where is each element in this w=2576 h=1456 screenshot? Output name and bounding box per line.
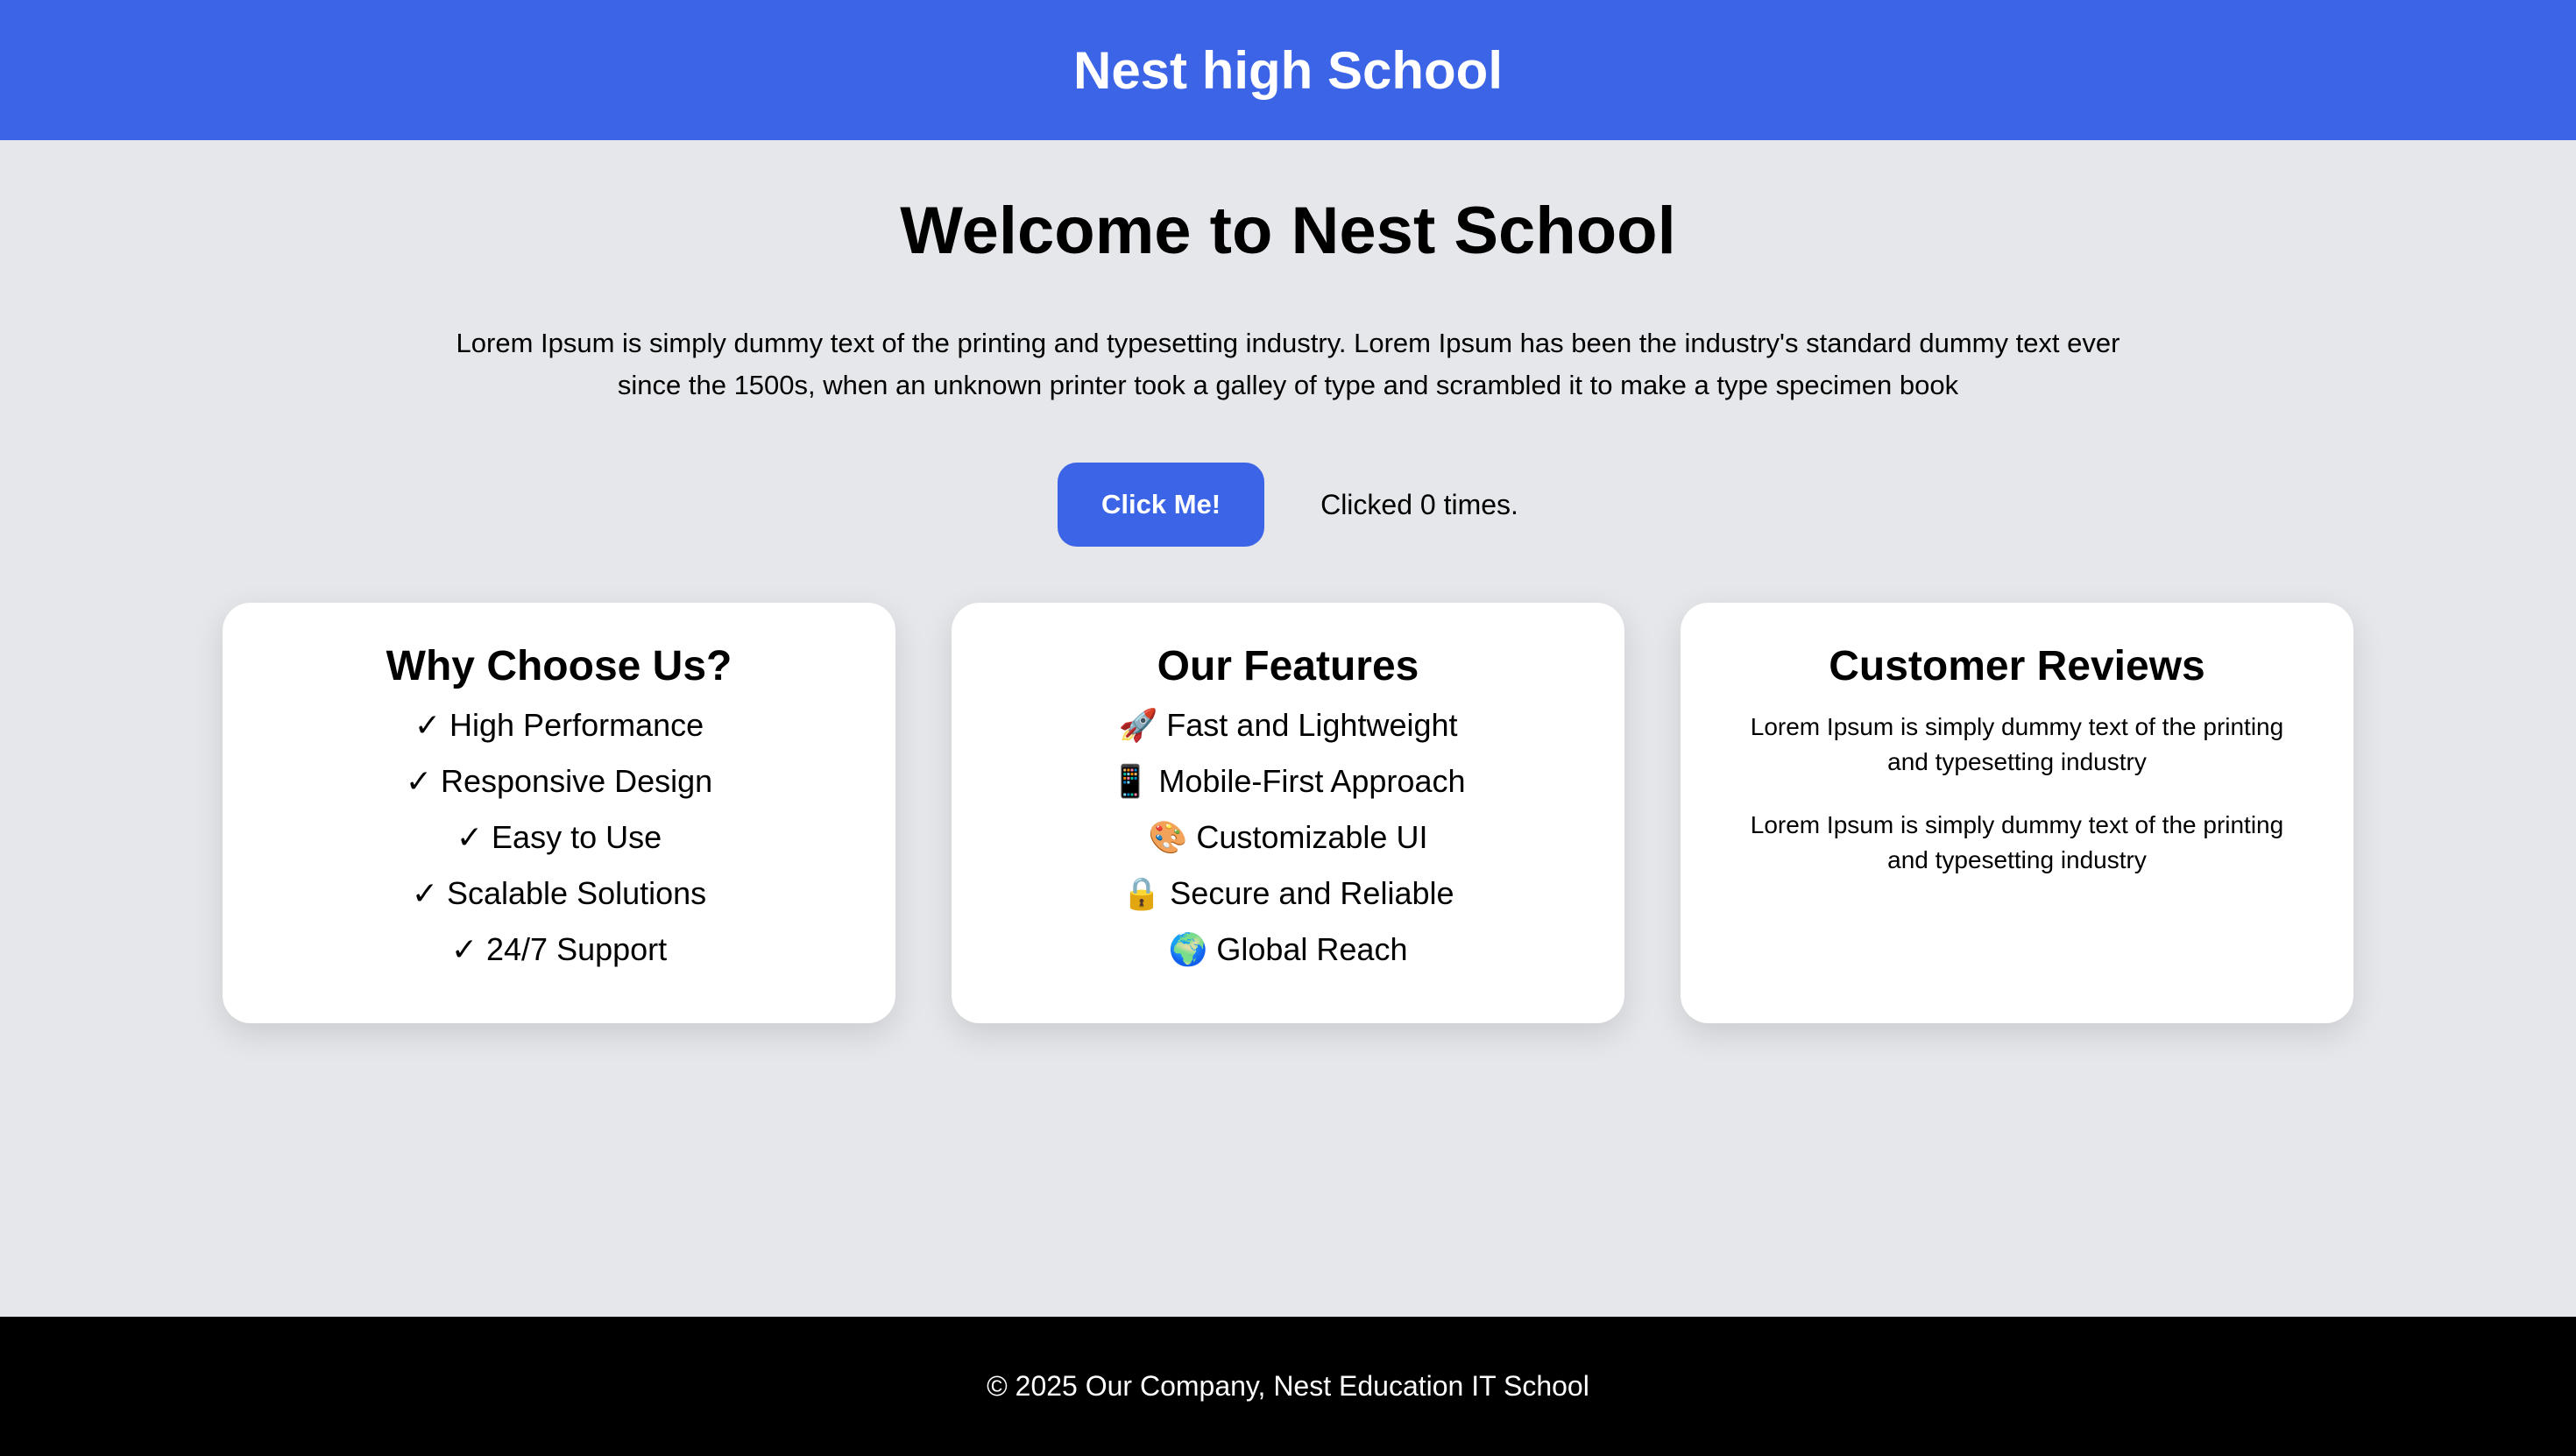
site-header: Nest high School [0,0,2576,140]
click-count-text: Clicked 0 times. [1320,488,1518,520]
review-text: Lorem Ipsum is simply dummy text of the … [1750,811,2284,873]
card-why-choose-us: Why Choose Us? ✓ High Performance ✓ Resp… [223,603,895,1023]
card-customer-reviews: Customer Reviews Lorem Ipsum is simply d… [1681,603,2353,1023]
list-item: 🌍 Global Reach [1168,931,1408,967]
site-footer: © 2025 Our Company, Nest Education IT Sc… [0,1317,2576,1456]
card-title: Customer Reviews [1829,643,2205,689]
intro-paragraph: Lorem Ipsum is simply dummy text of the … [456,328,2120,400]
cta-row: Click Me! Clicked 0 times. [0,463,2576,547]
benefits-list: ✓ High Performance ✓ Responsive Design ✓… [223,697,895,978]
copyright-text: © 2025 Our Company, Nest Education IT Sc… [987,1370,1589,1402]
card-title: Our Features [1157,643,1419,689]
page-title: Welcome to Nest School [900,194,1676,268]
list-item: ✓ 24/7 Support [450,931,668,967]
list-item: 🔒 Secure and Reliable [1122,875,1454,911]
review-text: Lorem Ipsum is simply dummy text of the … [1750,713,2284,775]
list-item: ✓ Scalable Solutions [411,875,707,911]
site-title: Nest high School [1072,40,1504,100]
list-item: 🚀 Fast and Lightweight [1118,707,1458,743]
list-item: ✓ Responsive Design [405,763,713,799]
card-our-features: Our Features 🚀 Fast and Lightweight 📱 Mo… [952,603,1624,1023]
card-title: Why Choose Us? [386,643,732,689]
cards-section: Why Choose Us? ✓ High Performance ✓ Resp… [223,603,2353,1023]
list-item: 📱 Mobile-First Approach [1110,763,1466,799]
list-item: 🎨 Customizable UI [1148,819,1428,855]
list-item: ✓ Easy to Use [456,819,662,855]
features-list: 🚀 Fast and Lightweight 📱 Mobile-First Ap… [952,697,1624,978]
click-me-button[interactable]: Click Me! [1058,463,1265,547]
list-item: ✓ High Performance [414,707,704,743]
